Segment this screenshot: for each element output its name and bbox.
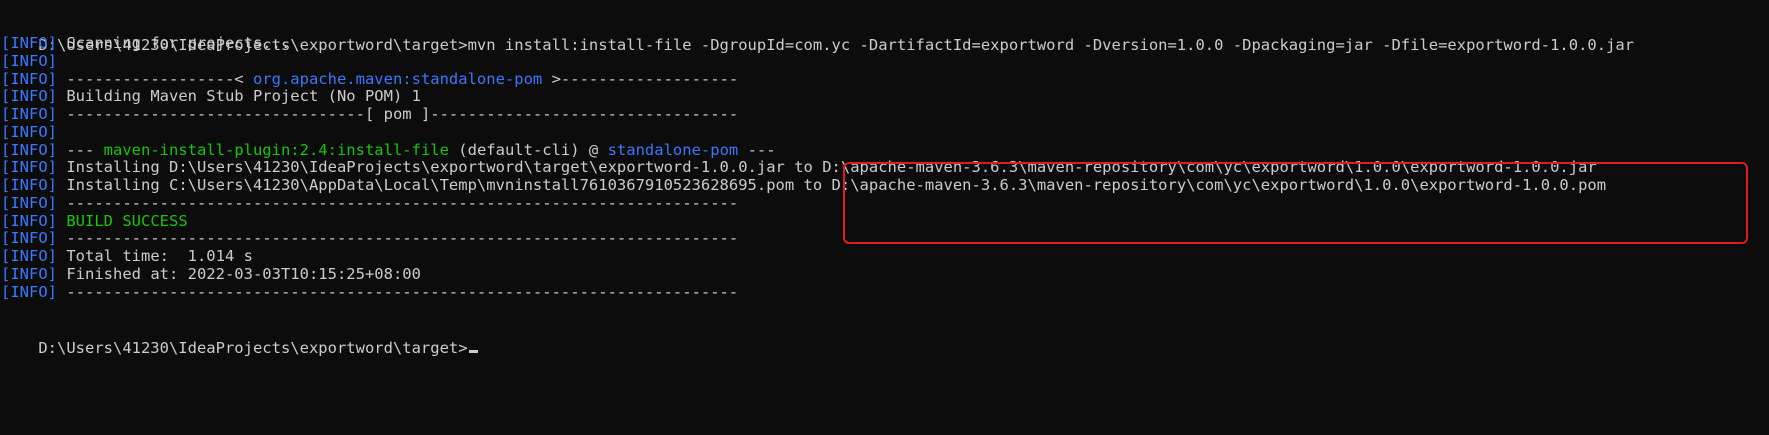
terminal-window[interactable]: D:\Users\41230\IdeaProjects\exportword\t… xyxy=(0,0,1769,435)
command-text: mvn install:install-file -DgroupId=com.y… xyxy=(467,36,1635,54)
output-text: Total time: 1.014 s xyxy=(57,247,253,265)
output-text: --------------------------------[ pom ]-… xyxy=(57,105,739,123)
final-prompt: D:\Users\41230\IdeaProjects\exportword\t… xyxy=(38,339,468,357)
output-text: ----------------------------------------… xyxy=(57,193,739,212)
output-text: --- xyxy=(738,140,776,159)
highlighted-text: maven-install-plugin:2.4:install-file xyxy=(103,140,449,159)
info-tag: [INFO] xyxy=(1,51,57,70)
text-cursor xyxy=(468,350,478,353)
output-text: ----------------------------------------… xyxy=(57,229,739,248)
info-tag: [INFO] xyxy=(1,140,57,159)
info-tag: [INFO] xyxy=(1,193,57,212)
info-tag: [INFO] xyxy=(1,176,57,194)
output-text: ----------------------------------------… xyxy=(57,282,739,301)
project-link-text: org.apache.maven:standalone-pom xyxy=(252,69,543,88)
command-line: D:\Users\41230\IdeaProjects\exportword\t… xyxy=(1,15,1634,54)
output-text: (default-cli) @ xyxy=(448,140,608,159)
output-text: Building Maven Stub Project (No POM) 1 xyxy=(57,87,421,106)
output-line: [INFO] ---------------------------------… xyxy=(1,282,738,302)
info-tag: [INFO] xyxy=(1,87,57,106)
final-prompt-line[interactable]: D:\Users\41230\IdeaProjects\exportword\t… xyxy=(1,318,478,357)
highlight-annotation-box xyxy=(843,162,1748,244)
project-link-text: standalone-pom xyxy=(607,140,739,159)
output-line: [INFO] --------------------------------[… xyxy=(1,104,738,124)
info-tag: [INFO] xyxy=(1,105,57,123)
output-text: --- xyxy=(57,140,104,159)
info-tag: [INFO] xyxy=(1,229,57,248)
output-text: ------------------< xyxy=(57,69,253,88)
info-tag: [INFO] xyxy=(1,34,57,52)
output-text: Scanning for projects... xyxy=(57,34,291,52)
info-tag: [INFO] xyxy=(1,158,57,177)
output-text: Finished at: 2022-03-03T10:15:25+08:00 xyxy=(57,264,421,283)
info-tag: [INFO] xyxy=(1,69,57,88)
highlighted-text: BUILD SUCCESS xyxy=(57,211,188,230)
info-tag: [INFO] xyxy=(1,211,57,230)
output-text: >------------------- xyxy=(542,69,739,88)
info-tag: [INFO] xyxy=(1,282,57,301)
info-tag: [INFO] xyxy=(1,264,57,283)
info-tag: [INFO] xyxy=(1,122,57,141)
info-tag: [INFO] xyxy=(1,247,57,265)
